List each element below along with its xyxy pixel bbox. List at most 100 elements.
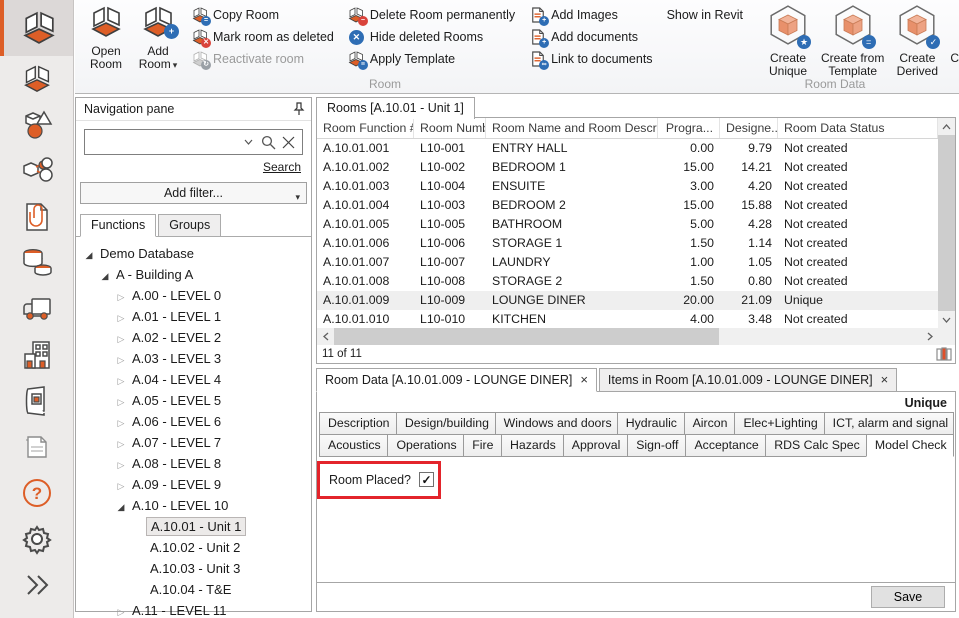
room-data-subtab[interactable]: Sign-off	[627, 434, 686, 457]
tree-expand-arrow-icon[interactable]	[114, 351, 128, 366]
table-row[interactable]: A.10.01.010 L10-010 KITCHEN 4.00 3.48 No…	[317, 310, 938, 329]
sidebar-item-help[interactable]: ?	[0, 470, 73, 516]
ribbon-small-button[interactable]: ↻ ↻ ↻ Reactivate room	[191, 50, 334, 68]
ribbon-big-button[interactable]: + Open Room▾	[83, 4, 129, 72]
close-tab-icon[interactable]: ×	[580, 372, 588, 387]
scroll-right-arrow-icon[interactable]	[921, 328, 938, 345]
tree-expand-arrow-icon[interactable]	[82, 246, 96, 261]
table-row[interactable]: A.10.01.004 L10-003 BEDROOM 2 15.00 15.8…	[317, 196, 938, 215]
column-header[interactable]: Room Name and Room Description	[486, 118, 658, 138]
room-data-subtab[interactable]: Operations	[387, 434, 464, 457]
room-data-subtab[interactable]: Hazards	[501, 434, 564, 457]
tree-item[interactable]: A.10.01 - Unit 1	[76, 516, 311, 537]
tree-expand-arrow-icon[interactable]	[114, 288, 128, 303]
nav-tab[interactable]: Functions	[80, 214, 156, 237]
sidebar-item-items[interactable]	[0, 102, 73, 148]
tree-item[interactable]: A.02 - LEVEL 2	[76, 327, 311, 348]
tree-item[interactable]: A.08 - LEVEL 8	[76, 453, 311, 474]
tree-item[interactable]: Demo Database	[76, 243, 311, 264]
sidebar-item-settings[interactable]	[0, 516, 73, 562]
ribbon-small-button[interactable]: ∞ ∞ ∞ Link to documents	[529, 50, 652, 68]
ribbon-small-button[interactable]: + + + Add Images	[529, 6, 652, 24]
tree-item[interactable]: A - Building A	[76, 264, 311, 285]
scroll-up-arrow-icon[interactable]	[938, 118, 955, 135]
tree-item[interactable]: A.06 - LEVEL 6	[76, 411, 311, 432]
sidebar-item-attachments[interactable]	[0, 194, 73, 240]
tree-expand-arrow-icon[interactable]	[114, 309, 128, 324]
tree-expand-arrow-icon[interactable]	[98, 267, 112, 282]
ribbon-create-button[interactable]: ✓ Create Derived▾	[892, 4, 942, 79]
room-data-subtab[interactable]: RDS Calc Spec	[765, 434, 867, 457]
tree-expand-arrow-icon[interactable]	[114, 393, 128, 408]
tree-item[interactable]: A.05 - LEVEL 5	[76, 390, 311, 411]
document-tab[interactable]: Items in Room [A.10.01.009 - LOUNGE DINE…	[599, 368, 897, 392]
tree-expand-arrow-icon[interactable]	[114, 435, 128, 450]
room-data-subtab[interactable]: Elec+Lighting	[734, 412, 824, 435]
rooms-tab[interactable]: Rooms [A.10.01 - Unit 1]	[316, 97, 475, 119]
tree-item[interactable]: A.09 - LEVEL 9	[76, 474, 311, 495]
document-tab[interactable]: Room Data [A.10.01.009 - LOUNGE DINER] ×	[316, 368, 597, 392]
sidebar-item-item-groups[interactable]	[0, 148, 73, 194]
table-row[interactable]: A.10.01.001 L10-001 ENTRY HALL 0.00 9.79…	[317, 139, 938, 158]
sidebar-item-logistics[interactable]	[0, 286, 73, 332]
ribbon-small-button[interactable]: + + + Add documents	[529, 28, 652, 46]
tree-item[interactable]: A.01 - LEVEL 1	[76, 306, 311, 327]
sidebar-item-catalog[interactable]	[0, 378, 73, 424]
room-data-subtab[interactable]: Description	[319, 412, 397, 435]
column-header[interactable]: Progra...	[658, 118, 720, 138]
clear-search-icon[interactable]	[278, 136, 298, 149]
table-row[interactable]: A.10.01.007 L10-007 LAUNDRY 1.00 1.05 No…	[317, 253, 938, 272]
ribbon-small-button[interactable]: ✕ ✕ ✕ Hide deleted Rooms	[348, 28, 515, 46]
column-header[interactable]: Room Function #:	[317, 118, 414, 138]
column-header[interactable]: Designe...	[720, 118, 778, 138]
vertical-scrollbar[interactable]	[938, 118, 955, 328]
tree-expand-arrow-icon[interactable]	[114, 456, 128, 471]
scroll-down-arrow-icon[interactable]	[938, 311, 955, 328]
sidebar-item-rooms-alt[interactable]	[0, 56, 73, 102]
sidebar-item-expand[interactable]	[0, 562, 73, 608]
horizontal-scrollbar[interactable]	[317, 328, 938, 345]
ribbon-small-button[interactable]: ≡ ≡ ≡ Apply Template	[348, 50, 515, 68]
ribbon-create-button[interactable]: ≡ Copy Room Data from Room▾	[946, 4, 959, 79]
room-data-subtab[interactable]: Design/building	[396, 412, 496, 435]
column-header[interactable]: Room Number	[414, 118, 486, 138]
table-row[interactable]: A.10.01.005 L10-005 BATHROOM 5.00 4.28 N…	[317, 215, 938, 234]
tree-item[interactable]: A.10.04 - T&E	[76, 579, 311, 600]
ribbon-big-button[interactable]: + Add Room▾	[135, 4, 181, 72]
sidebar-item-finance[interactable]	[0, 240, 73, 286]
search-link[interactable]: Search	[263, 160, 301, 174]
show-in-revit-label[interactable]: Show in Revit	[667, 8, 743, 22]
tree-item[interactable]: A.04 - LEVEL 4	[76, 369, 311, 390]
search-input[interactable]	[85, 130, 238, 154]
close-tab-icon[interactable]: ×	[881, 372, 889, 387]
vertical-scroll-thumb[interactable]	[938, 135, 955, 311]
table-row[interactable]: A.10.01.008 L10-008 STORAGE 2 1.50 0.80 …	[317, 272, 938, 291]
ribbon-create-button[interactable]: ★ Create Unique▾	[763, 4, 813, 79]
room-data-subtab[interactable]: Acceptance	[685, 434, 766, 457]
tree-item[interactable]: A.03 - LEVEL 3	[76, 348, 311, 369]
tree-expand-arrow-icon[interactable]	[114, 372, 128, 387]
scroll-left-arrow-icon[interactable]	[317, 328, 334, 345]
tree-item[interactable]: A.10.02 - Unit 2	[76, 537, 311, 558]
sidebar-item-reports[interactable]	[0, 424, 73, 470]
room-data-subtab[interactable]: Hydraulic	[617, 412, 685, 435]
save-button[interactable]: Save	[871, 586, 945, 608]
search-icon[interactable]	[258, 135, 278, 150]
search-history-chevron-icon[interactable]	[238, 139, 258, 145]
room-data-subtab[interactable]: Fire	[463, 434, 502, 457]
add-filter-dropdown[interactable]: Add filter... ▾	[80, 182, 307, 204]
ribbon-create-button[interactable]: = Create from Template▾	[817, 4, 888, 79]
table-row[interactable]: A.10.01.003 L10-004 ENSUITE 3.00 4.20 No…	[317, 177, 938, 196]
tree-item[interactable]: A.11 - LEVEL 11	[76, 600, 311, 618]
sidebar-item-rooms[interactable]	[0, 0, 73, 56]
tree-item[interactable]: A.07 - LEVEL 7	[76, 432, 311, 453]
table-row[interactable]: A.10.01.006 L10-006 STORAGE 1 1.50 1.14 …	[317, 234, 938, 253]
room-data-subtab[interactable]: Windows and doors	[495, 412, 618, 435]
tree-expand-arrow-icon[interactable]	[114, 477, 128, 492]
room-data-subtab[interactable]: ICT, alarm and signal	[824, 412, 954, 435]
column-chooser-icon[interactable]	[936, 347, 952, 361]
tree-item[interactable]: A.00 - LEVEL 0	[76, 285, 311, 306]
tree-item[interactable]: A.10.03 - Unit 3	[76, 558, 311, 579]
tree-expand-arrow-icon[interactable]	[114, 498, 128, 513]
tree-expand-arrow-icon[interactable]	[114, 414, 128, 429]
